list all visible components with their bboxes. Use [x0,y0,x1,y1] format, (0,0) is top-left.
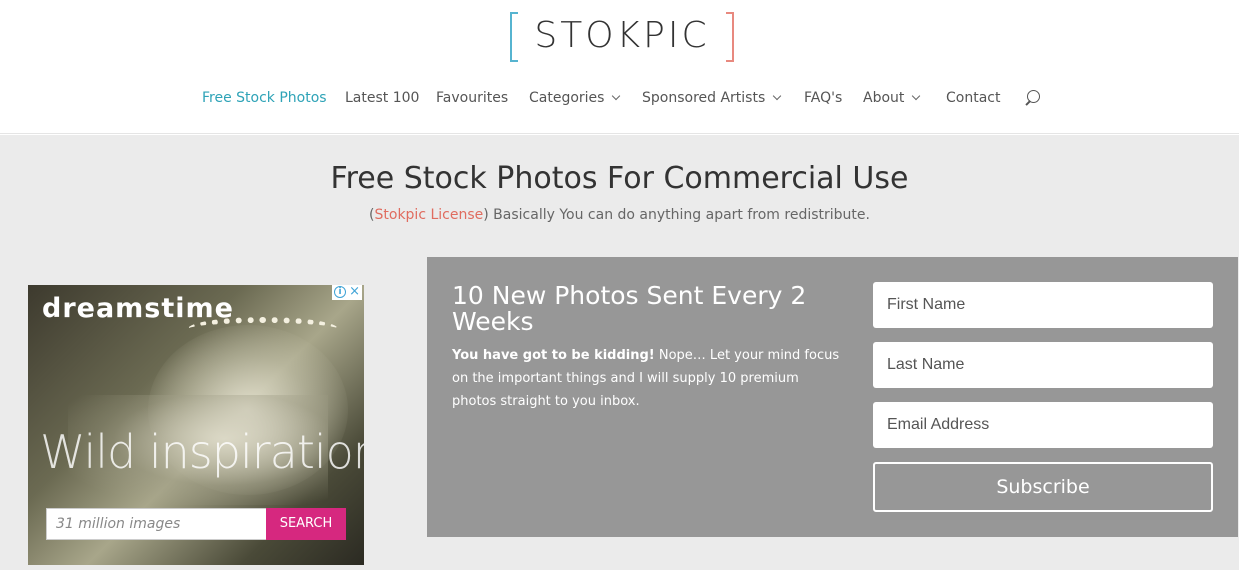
nav-about[interactable]: About [863,86,921,110]
nav-latest-100[interactable]: Latest 100 [345,86,419,110]
search-icon[interactable] [1024,90,1042,108]
site-header: STOKPIC Free Stock Photos Latest 100 Fav… [0,0,1239,134]
nav-label: Latest 100 [345,90,420,106]
ad-brand: dreamstime [42,293,234,324]
nav-label: FAQ's [804,90,843,106]
chevron-down-icon [773,91,782,101]
nav-label: Contact [946,90,1001,106]
nav-label: About [863,90,905,106]
site-logo[interactable]: STOKPIC [510,12,734,64]
logo-bracket-right [726,12,734,62]
ad-search-button[interactable]: SEARCH [266,508,346,540]
nav-label: Sponsored Artists [642,90,766,106]
nav-label: Favourites [436,90,509,106]
nav-faqs[interactable]: FAQ's [804,86,842,110]
subscribe-button[interactable]: Subscribe [873,462,1213,512]
chevron-down-icon [612,91,621,101]
chevron-down-icon [912,91,921,101]
page-title: Free Stock Photos For Commercial Use [330,161,909,196]
close-icon[interactable]: × [349,285,360,299]
first-name-field[interactable] [873,282,1213,328]
signup-title: 10 New Photos Sent Every 2 Weeks [452,281,807,336]
nav-free-stock-photos[interactable]: Free Stock Photos [202,86,327,110]
dreamstime-ad[interactable]: dreamstime i × Wild inspiration 31 milli… [28,285,364,565]
ad-tagline: Wild inspiration [40,425,364,479]
logo-text: STOKPIC [534,15,710,56]
hero-subtitle: (Stokpic License) Basically You can do a… [0,207,1239,223]
ad-search-box[interactable]: 31 million images SEARCH [46,508,346,540]
ad-choices[interactable]: i × [332,285,362,300]
signup-description-bold: You have got to be kidding! [452,348,655,363]
signup-description: You have got to be kidding! Nope… Let yo… [452,344,842,413]
search-icon-handle [1025,100,1031,106]
nav-sponsored-artists[interactable]: Sponsored Artists [642,86,782,110]
last-name-field[interactable] [873,342,1213,388]
main-nav: Free Stock Photos Latest 100 Favourites … [0,86,1239,112]
info-icon[interactable]: i [334,286,346,298]
nav-categories[interactable]: Categories [529,86,621,110]
nav-contact[interactable]: Contact [946,86,1000,110]
ad-search-input[interactable]: 31 million images [56,516,180,532]
subtitle-text: ) Basically You can do anything apart fr… [483,207,870,223]
newsletter-signup: 10 New Photos Sent Every 2 Weeks You hav… [427,257,1238,537]
email-field[interactable] [873,402,1213,448]
nav-label: Free Stock Photos [202,90,327,106]
license-link[interactable]: Stokpic License [375,207,484,223]
nav-favourites[interactable]: Favourites [436,86,508,110]
nav-label: Categories [529,90,605,106]
